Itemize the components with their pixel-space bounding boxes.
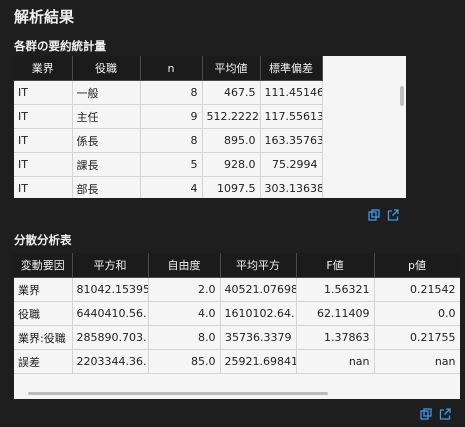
- table-cell: 512.22222: [202, 104, 261, 129]
- anova-table-panel[interactable]: 変動要因 平方和 自由度 平均平方 F値 p値 業界 81042.15395 2.0 40521…: [14, 253, 460, 399]
- column-header[interactable]: 役職: [72, 56, 141, 81]
- column-header[interactable]: 平方和: [72, 253, 149, 278]
- table-cell: 40521.07698: [220, 277, 297, 302]
- table-cell: 1.56321: [296, 277, 375, 302]
- table-cell: nan: [296, 349, 375, 374]
- table-cell: 誤差: [14, 349, 73, 374]
- column-header[interactable]: 平均平方: [220, 253, 297, 278]
- table-cell: 1610102.64…: [220, 301, 297, 326]
- column-header[interactable]: 業界: [14, 56, 73, 81]
- table-cell: IT: [14, 152, 73, 177]
- column-header[interactable]: p値: [374, 253, 460, 278]
- table-cell: 81042.15395: [72, 277, 149, 302]
- table-cell: 163.35763: [260, 128, 323, 153]
- table-row[interactable]: 業界:役職 285890.703… 8.0 35736.3379 1.37863 0.21…: [14, 325, 460, 350]
- table-cell: IT: [14, 80, 73, 105]
- table-cell: 111.45146: [260, 80, 323, 105]
- table-cell: 8: [140, 128, 203, 153]
- summary-heading: 各群の要約統計量: [14, 39, 106, 53]
- column-header[interactable]: n: [140, 56, 203, 81]
- table-cell: 0.21542: [374, 277, 460, 302]
- anova-heading: 分散分析表: [14, 233, 72, 247]
- table-cell: IT: [14, 104, 73, 129]
- table-cell: 25921.69841: [220, 349, 297, 374]
- table-cell: 役職: [14, 301, 73, 326]
- table-cell: 4: [140, 176, 203, 198]
- table-cell: 課長: [72, 152, 141, 177]
- table-cell: 6440410.56…: [72, 301, 149, 326]
- table-row[interactable]: IT 課長 5 928.0 75.2994: [14, 152, 323, 177]
- table-row[interactable]: 誤差 2203344.36… 85.0 25921.69841 nan nan: [14, 349, 460, 374]
- table-cell: 1097.5: [202, 176, 261, 198]
- table-cell: nan: [374, 349, 460, 374]
- copy-icon[interactable]: [368, 209, 380, 221]
- table-cell: 0.0: [374, 301, 460, 326]
- column-header[interactable]: 標準偏差: [260, 56, 323, 81]
- table-cell: 5: [140, 152, 203, 177]
- table-cell: 8: [140, 80, 203, 105]
- column-header[interactable]: 平均値: [202, 56, 261, 81]
- table-cell: 35736.3379: [220, 325, 297, 350]
- table-cell: 業界:役職: [14, 325, 73, 350]
- table-cell: 85.0: [148, 349, 221, 374]
- table-cell: 一般: [72, 80, 141, 105]
- table-cell: 部長: [72, 176, 141, 198]
- summary-table-panel[interactable]: 業界 役職 n 平均値 標準偏差 IT 一般 8 467.5 111.45146 IT 主任 9 512…: [14, 56, 406, 198]
- table-cell: 4.0: [148, 301, 221, 326]
- table-cell: 係長: [72, 128, 141, 153]
- table-cell: 62.11409: [296, 301, 375, 326]
- table-cell: 303.13638: [260, 176, 323, 198]
- table-cell: 業界: [14, 277, 73, 302]
- summary-toolbar: [368, 209, 399, 221]
- table-cell: 928.0: [202, 152, 261, 177]
- page-title: 解析結果: [14, 8, 75, 26]
- open-external-icon[interactable]: [439, 408, 451, 420]
- anova-toolbar: [420, 408, 451, 420]
- table-row[interactable]: IT 一般 8 467.5 111.45146: [14, 80, 323, 105]
- table-cell: 2.0: [148, 277, 221, 302]
- table-row[interactable]: 役職 6440410.56… 4.0 1610102.64… 62.11409 0.0: [14, 301, 460, 326]
- anova-table: 変動要因 平方和 自由度 平均平方 F値 p値 業界 81042.15395 2.0 40521…: [14, 253, 460, 374]
- column-header[interactable]: F値: [296, 253, 375, 278]
- anova-horizontal-scrollbar[interactable]: [28, 392, 328, 395]
- table-cell: 0.21755: [374, 325, 460, 350]
- table-row[interactable]: 業界 81042.15395 2.0 40521.07698 1.56321 0.2154…: [14, 277, 460, 302]
- table-cell: 467.5: [202, 80, 261, 105]
- table-cell: 285890.703…: [72, 325, 149, 350]
- table-row[interactable]: IT 部長 4 1097.5 303.13638: [14, 176, 323, 198]
- table-cell: 75.2994: [260, 152, 323, 177]
- table-row[interactable]: IT主任9512.22222117.55613: [14, 104, 323, 129]
- copy-icon[interactable]: [420, 408, 432, 420]
- column-header[interactable]: 自由度: [148, 253, 221, 278]
- table-cell: IT: [14, 176, 73, 198]
- table-cell: 2203344.36…: [72, 349, 149, 374]
- summary-table: 業界 役職 n 平均値 標準偏差 IT 一般 8 467.5 111.45146 IT 主任 9 512…: [14, 56, 323, 198]
- table-cell: 895.0: [202, 128, 261, 153]
- table-cell: IT: [14, 128, 73, 153]
- open-external-icon[interactable]: [387, 209, 399, 221]
- column-header[interactable]: 変動要因: [14, 253, 73, 278]
- table-cell: 8.0: [148, 325, 221, 350]
- table-cell: 主任: [72, 104, 141, 129]
- table-row[interactable]: IT 係長 8 895.0 163.35763: [14, 128, 323, 153]
- table-cell: 117.55613: [260, 104, 323, 129]
- table-cell: 1.37863: [296, 325, 375, 350]
- summary-vertical-scrollbar[interactable]: [400, 86, 404, 106]
- table-cell: 9: [140, 104, 203, 129]
